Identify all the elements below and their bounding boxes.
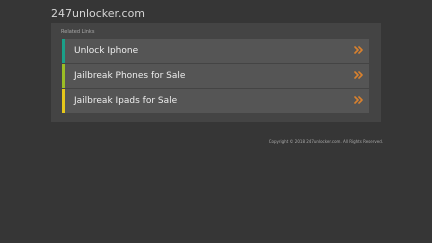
site-title[interactable]: 247unlocker.com <box>51 7 145 21</box>
double-chevron-right-icon <box>354 46 363 54</box>
double-chevron-right-icon <box>354 71 363 79</box>
related-link-label[interactable]: Jailbreak Phones for Sale <box>74 70 185 82</box>
related-links-list: Unlock Iphone Jailbreak Phones for Sale … <box>62 39 369 114</box>
copyright-text: Copyright © 2018 247unlocker.com. All Ri… <box>268 139 383 144</box>
related-link-jailbreak-ipads[interactable]: Jailbreak Ipads for Sale <box>62 89 369 113</box>
related-link-unlock-iphone[interactable]: Unlock Iphone <box>62 39 369 63</box>
related-link-jailbreak-phones[interactable]: Jailbreak Phones for Sale <box>62 64 369 88</box>
related-link-label[interactable]: Unlock Iphone <box>74 45 138 57</box>
related-links-heading: Related Links <box>61 29 95 35</box>
double-chevron-right-icon <box>354 96 363 104</box>
related-links-panel: Related Links Unlock Iphone Jailbreak Ph… <box>51 23 381 122</box>
related-link-label[interactable]: Jailbreak Ipads for Sale <box>74 95 177 107</box>
